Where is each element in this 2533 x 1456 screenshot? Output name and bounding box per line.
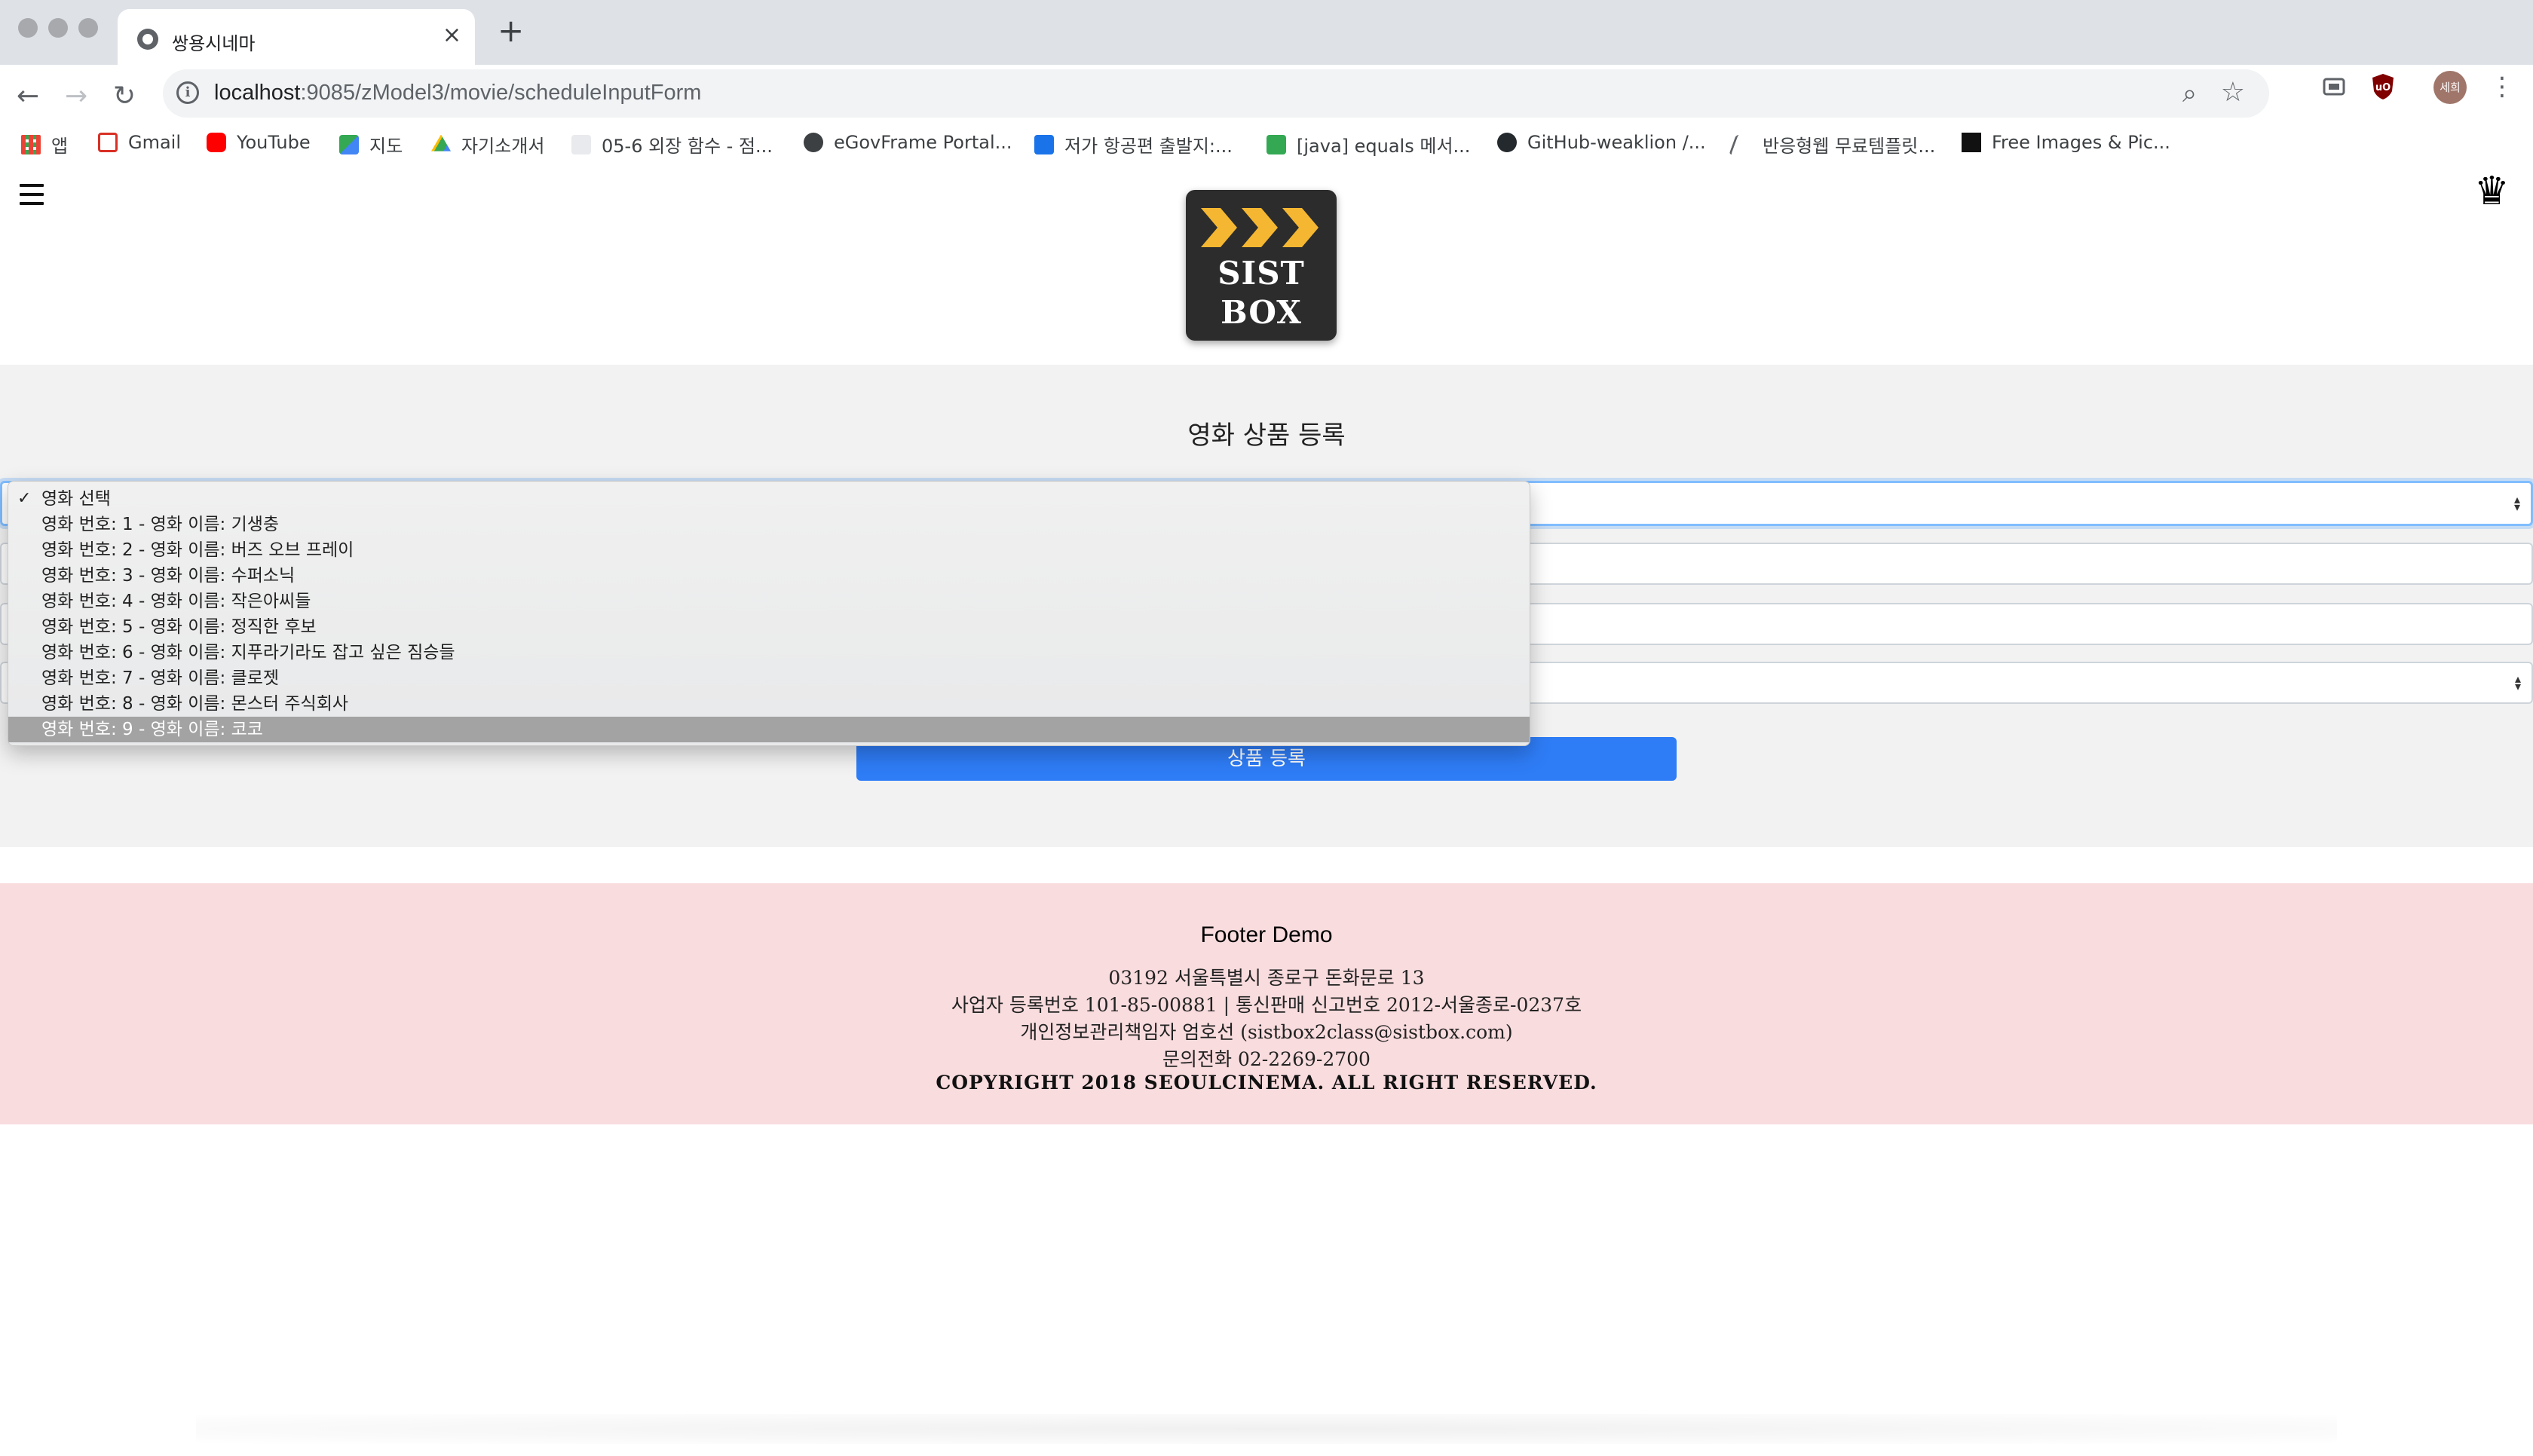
browser-tab[interactable]: 쌍용시네마 × <box>118 9 475 65</box>
tab-title: 쌍용시네마 <box>172 33 256 54</box>
window-zoom-control[interactable] <box>78 18 98 38</box>
crown-icon[interactable]: ♛ <box>2474 169 2510 214</box>
movie-option[interactable]: 영화 번호: 8 - 영화 이름: 몬스터 주식회사 <box>8 691 1530 717</box>
browser-menu-icon[interactable]: ⋮ <box>2489 69 2515 104</box>
zoom-icon[interactable]: ⌕ <box>2182 78 2197 109</box>
page-content: ♛ SIST BOX 영화 상품 등록 ▴ ▾ ▴ ▾ 상품 등록 Footer D… <box>0 161 2533 1456</box>
bookmark-skyscanner[interactable]: 저가 항공편 출발지:... <box>1034 131 1233 158</box>
bookmark-apps[interactable]: 앱 <box>21 131 68 158</box>
wikidocs-icon <box>571 134 591 154</box>
github-icon <box>1497 133 1517 152</box>
back-icon[interactable]: ← <box>17 81 39 112</box>
gmail-icon <box>98 133 118 152</box>
profile-avatar[interactable]: 세희 <box>2433 71 2467 104</box>
footer-heading: Footer Demo <box>1200 922 1333 947</box>
url-path: :9085/zModel3/movie/scheduleInputForm <box>300 81 702 105</box>
bookmark-unsplash[interactable]: Free Images & Pic... <box>1962 131 2170 158</box>
drive-icon <box>431 134 451 151</box>
select-caret-icon: ▴ ▾ <box>2514 671 2521 693</box>
movie-select-dropdown: ✓ 영화 선택 영화 번호: 1 - 영화 이름: 기생충 영화 번호: 2 - … <box>8 481 1530 746</box>
bookmark-java-equals[interactable]: [java] equals 메서... <box>1266 131 1470 158</box>
browser-tab-strip: 쌍용시네마 × + <box>0 0 2533 65</box>
movie-option[interactable]: 영화 번호: 3 - 영화 이름: 수퍼소닉 <box>8 563 1530 589</box>
youtube-icon <box>207 133 226 152</box>
globe-icon <box>137 29 158 50</box>
blog-icon <box>1266 134 1286 154</box>
new-tab-button[interactable]: + <box>498 15 524 47</box>
bookmark-drive[interactable]: 자기소개서 <box>431 131 544 158</box>
movie-option[interactable]: 영화 번호: 6 - 영화 이름: 지푸라기라도 잡고 싶은 짐승들 <box>8 640 1530 665</box>
bookmark-template[interactable]: 반응형웹 무료템플릿... <box>1729 131 1935 158</box>
address-bar[interactable]: i localhost:9085/zModel3/movie/scheduleI… <box>163 69 2269 118</box>
form-title: 영화 상품 등록 <box>1187 421 1346 451</box>
bookmark-egovframe[interactable]: eGovFrame Portal... <box>804 131 1012 158</box>
footer-registration: 사업자 등록번호 101-85-00881 | 통신판매 신고번호 2012-서… <box>951 994 1582 1016</box>
window-close-control[interactable] <box>18 18 38 38</box>
footer-address: 03192 서울특별시 종로구 돈화문로 13 <box>1108 967 1425 989</box>
logo-text-line1: SIST <box>1217 255 1305 292</box>
cast-extension-icon[interactable] <box>2322 74 2348 99</box>
browser-toolbar: ← → ↻ i localhost:9085/zModel3/movie/sch… <box>0 65 2533 172</box>
footer-phone: 문의전화 02-2269-2700 <box>1162 1048 1371 1070</box>
movie-option-highlighted[interactable]: 영화 번호: 9 - 영화 이름: 코코 <box>8 717 1530 742</box>
checkmark-icon: ✓ <box>17 489 32 508</box>
footer-privacy-officer: 개인정보관리책임자 엄호선 (sistbox2class@sistbox.com… <box>1020 1021 1513 1043</box>
select-caret-icon: ▴ ▾ <box>2513 492 2520 514</box>
reload-icon[interactable]: ↻ <box>113 81 136 112</box>
movie-option[interactable]: 영화 번호: 7 - 영화 이름: 클로젯 <box>8 665 1530 691</box>
hamburger-menu-icon[interactable] <box>20 184 44 205</box>
movie-option[interactable]: ✓ 영화 선택 <box>8 486 1530 512</box>
url-host: localhost <box>214 81 301 105</box>
bookmark-github[interactable]: GitHub-weaklion /... <box>1497 131 1706 158</box>
bookmark-star-icon[interactable]: ☆ <box>2221 77 2245 108</box>
pen-icon <box>1729 134 1756 154</box>
bookmark-gmail[interactable]: Gmail <box>98 131 181 158</box>
logo-chevrons <box>1201 208 1319 247</box>
maps-icon <box>339 134 359 154</box>
tab-close-icon[interactable]: × <box>443 24 461 47</box>
logo-text-line2: BOX <box>1221 294 1302 331</box>
svg-text:uO: uO <box>2375 82 2391 93</box>
movie-option[interactable]: 영화 번호: 4 - 영화 이름: 작은아씨들 <box>8 589 1530 614</box>
bookmark-wikidocs[interactable]: 05-6 외장 함수 - 점... <box>571 131 773 158</box>
movie-option[interactable]: 영화 번호: 2 - 영화 이름: 버즈 오브 프레이 <box>8 537 1530 563</box>
page-bottom-shadow <box>196 1414 2337 1444</box>
site-info-icon[interactable]: i <box>176 81 199 104</box>
forward-icon[interactable]: → <box>65 81 87 112</box>
apps-grid-icon <box>21 134 41 154</box>
bookmark-youtube[interactable]: YouTube <box>207 131 311 158</box>
url-text[interactable]: localhost:9085/zModel3/movie/scheduleInp… <box>214 81 701 106</box>
window-minimize-control[interactable] <box>48 18 68 38</box>
movie-option[interactable]: 영화 번호: 1 - 영화 이름: 기생충 <box>8 512 1530 537</box>
bookmark-maps[interactable]: 지도 <box>339 131 403 158</box>
skyscanner-icon <box>1034 134 1054 154</box>
footer-copyright: COPYRIGHT 2018 SEOULCINEMA. ALL RIGHT RE… <box>936 1072 1597 1094</box>
ublock-extension-icon[interactable]: uO <box>2370 72 2396 101</box>
movie-option[interactable]: 영화 번호: 5 - 영화 이름: 정직한 후보 <box>8 614 1530 640</box>
footer: Footer Demo 03192 서울특별시 종로구 돈화문로 13 사업자 … <box>0 883 2533 1124</box>
unsplash-icon <box>1962 133 1981 152</box>
globe-icon <box>804 133 823 152</box>
sistbox-logo[interactable]: SIST BOX <box>1186 190 1337 341</box>
